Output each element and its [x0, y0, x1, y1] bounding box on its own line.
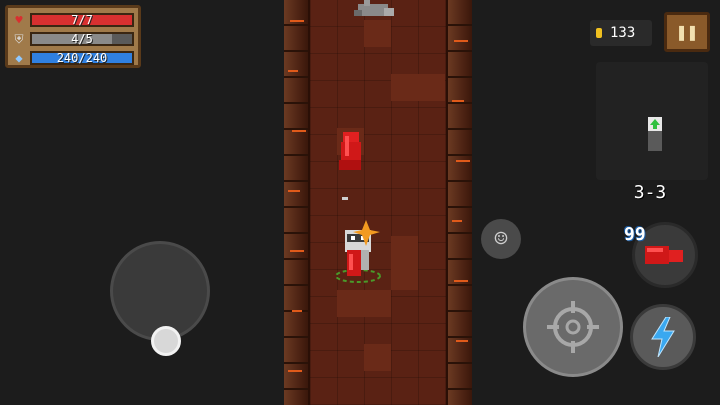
coin-count: 133	[610, 25, 636, 41]
enemy-sprite[interactable]	[352, 0, 398, 20]
red-gauntlet-pickup[interactable]	[339, 132, 363, 172]
energy-text: 240/240	[56, 50, 108, 65]
armor-bar: 4/5	[30, 31, 134, 46]
pause-button[interactable]: ❚❚	[664, 12, 710, 52]
energy-gem-icon: ◆	[15, 50, 23, 65]
dungeon-corridor	[284, 0, 472, 405]
energy-row: ◆ 240/240	[12, 48, 134, 67]
coin-counter: 133	[590, 20, 652, 46]
smiley-icon: ☺	[494, 226, 508, 252]
heart-icon: ♥	[15, 12, 23, 27]
level-label: 3-3	[633, 182, 667, 203]
pause-icon: ❚❚	[676, 21, 698, 43]
health-bar: 7/7	[30, 12, 134, 27]
shield-icon: ⛨	[14, 31, 24, 46]
attack-button[interactable]	[523, 277, 623, 377]
left-lava-wall	[284, 0, 310, 405]
corridor-floor	[310, 0, 446, 405]
lightning-icon	[651, 317, 675, 357]
debris	[342, 197, 348, 200]
player-knight	[335, 220, 381, 283]
weapon-energy-cost: 99	[624, 224, 646, 245]
red-gauntlet-icon	[645, 246, 683, 264]
right-lava-wall	[446, 0, 472, 405]
emote-button[interactable]: ☺	[481, 219, 521, 259]
status-panel: ♥ 7/7 ⛨ 4/5 ◆ 240/240	[5, 5, 141, 68]
minimap	[596, 62, 708, 180]
minimap-room	[648, 117, 662, 151]
skill-button[interactable]	[630, 304, 696, 370]
health-text: 7/7	[71, 12, 93, 27]
crosshair-icon	[547, 301, 599, 353]
joystick-knob[interactable]	[151, 326, 181, 356]
coin-icon	[596, 28, 602, 38]
armor-text: 4/5	[71, 31, 93, 46]
energy-bar: 240/240	[30, 50, 134, 65]
armor-row: ⛨ 4/5	[12, 29, 134, 48]
health-row: ♥ 7/7	[12, 10, 134, 29]
